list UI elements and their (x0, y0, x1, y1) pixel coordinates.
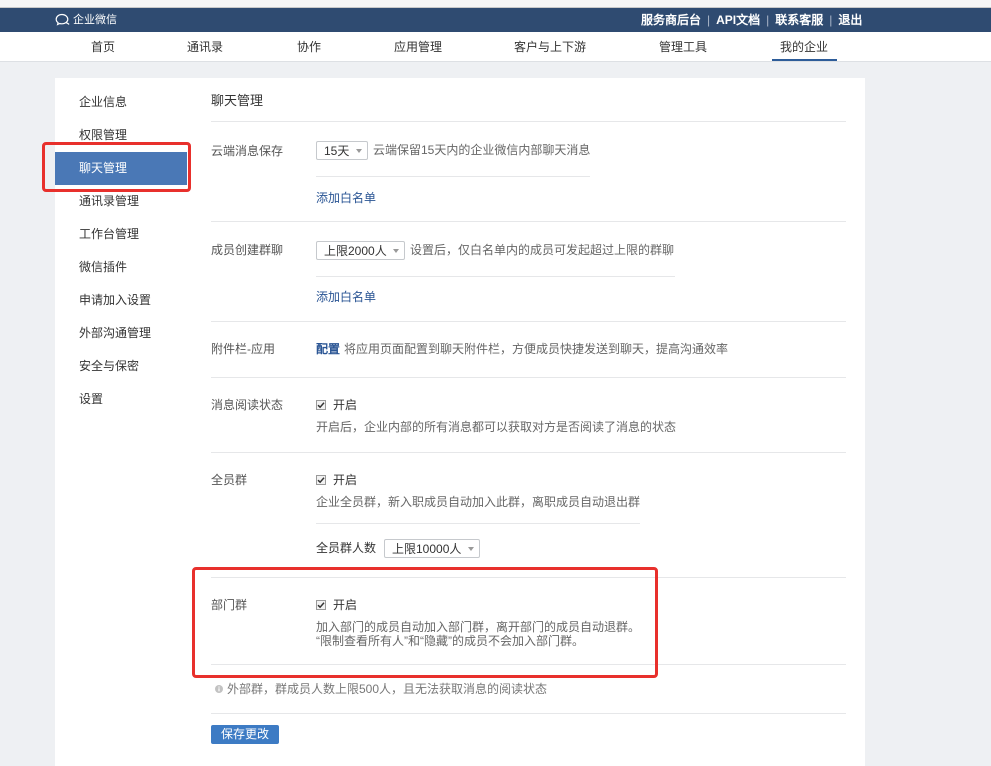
divider (211, 221, 846, 222)
nav-item-app-management[interactable]: 应用管理 (394, 32, 442, 62)
all-staff-group-description: 企业全员群，新入职成员自动加入此群，离职成员自动退出群 (316, 495, 641, 509)
save-changes-button[interactable]: 保存更改 (211, 725, 279, 744)
read-status-checkbox-label[interactable]: 开启 (333, 398, 357, 412)
header-separator: | (766, 13, 770, 27)
select-value: 15天 (324, 143, 350, 158)
nav-item-contacts[interactable]: 通讯录 (187, 32, 223, 62)
sub-divider (316, 276, 675, 277)
sidebar-item-enterprise-info[interactable]: 企业信息 (55, 86, 187, 119)
all-staff-group-size-label: 全员群人数 (316, 541, 377, 555)
chevron-down-icon (468, 546, 474, 551)
external-group-note: 外部群，群成员人数上限500人，且无法获取消息的阅读状态 (227, 682, 548, 696)
brand-name: 企业微信 (73, 14, 117, 26)
select-value: 上限10000人 (392, 541, 462, 556)
brand-logo: 企业微信 (55, 8, 117, 32)
header-links: 服务商后台 | API文档 | 联系客服 | 退出 (641, 8, 862, 32)
chat-bubbles-icon (55, 13, 70, 26)
sidebar-item-join-settings[interactable]: 申请加入设置 (55, 284, 187, 317)
sidebar-item-wechat-plugin[interactable]: 微信插件 (55, 251, 187, 284)
contact-support-link[interactable]: 联系客服 (775, 13, 823, 27)
attachment-bar-label: 附件栏-应用 (211, 342, 275, 356)
highlight-box-sidebar-chat-management (42, 142, 191, 192)
divider (211, 452, 846, 453)
nav-item-collaboration[interactable]: 协作 (297, 32, 321, 62)
sidebar-item-settings[interactable]: 设置 (55, 383, 187, 416)
select-value: 上限2000人 (324, 243, 387, 258)
add-whitelist-link[interactable]: 添加白名单 (316, 191, 376, 205)
divider (211, 713, 846, 714)
nav-item-customers-partners[interactable]: 客户与上下游 (514, 32, 586, 62)
all-staff-group-label: 全员群 (211, 473, 248, 487)
group-creation-description: 设置后，仅白名单内的成员可发起超过上限的群聊 (410, 243, 675, 257)
checkbox-checked-icon[interactable] (316, 400, 326, 410)
cloud-retention-label: 云端消息保存 (211, 144, 284, 158)
read-status-label: 消息阅读状态 (211, 398, 284, 412)
all-staff-group-size-select[interactable]: 上限10000人 (384, 539, 480, 558)
chevron-down-icon (356, 148, 362, 153)
add-whitelist-link[interactable]: 添加白名单 (316, 290, 376, 304)
logout-link[interactable]: 退出 (838, 13, 862, 27)
checkbox-checked-icon[interactable] (316, 475, 326, 485)
main-nav: 首页 通讯录 协作 应用管理 客户与上下游 管理工具 我的企业 (0, 32, 991, 62)
window-top-strip (0, 0, 991, 8)
header-separator: | (829, 13, 833, 27)
read-status-description: 开启后，企业内部的所有消息都可以获取对方是否阅读了消息的状态 (316, 420, 677, 434)
sidebar: 企业信息 权限管理 聊天管理 通讯录管理 工作台管理 微信插件 申请加入设置 外… (55, 86, 187, 416)
attachment-bar-description: 将应用页面配置到聊天附件栏，方便成员快捷发送到聊天，提高沟通效率 (344, 342, 729, 356)
configure-link[interactable]: 配置 (316, 342, 340, 356)
divider (211, 321, 846, 322)
all-staff-group-checkbox-label[interactable]: 开启 (333, 473, 357, 487)
sub-divider (316, 523, 640, 524)
top-header-bar: 企业微信 服务商后台 | API文档 | 联系客服 | 退出 (0, 8, 991, 32)
group-creation-label: 成员创建群聊 (211, 243, 284, 257)
nav-item-my-enterprise[interactable]: 我的企业 (780, 32, 828, 62)
chevron-down-icon (393, 248, 399, 253)
sidebar-item-external-communication[interactable]: 外部沟通管理 (55, 317, 187, 350)
sidebar-item-workbench-management[interactable]: 工作台管理 (55, 218, 187, 251)
nav-active-indicator (772, 59, 837, 61)
sub-divider (316, 176, 590, 177)
nav-item-management-tools[interactable]: 管理工具 (659, 32, 707, 62)
group-size-limit-select[interactable]: 上限2000人 (316, 241, 405, 260)
divider (211, 121, 846, 122)
service-provider-link[interactable]: 服务商后台 (641, 13, 701, 27)
api-docs-link[interactable]: API文档 (716, 13, 760, 27)
info-icon (215, 685, 223, 693)
cloud-retention-description: 云端保留15天内的企业微信内部聊天消息 (373, 143, 591, 157)
page-title: 聊天管理 (211, 93, 264, 108)
sidebar-item-security[interactable]: 安全与保密 (55, 350, 187, 383)
nav-item-home[interactable]: 首页 (91, 32, 115, 62)
divider (211, 377, 846, 378)
header-separator: | (707, 13, 711, 27)
highlight-box-department-group (192, 567, 658, 678)
retention-period-select[interactable]: 15天 (316, 141, 368, 160)
